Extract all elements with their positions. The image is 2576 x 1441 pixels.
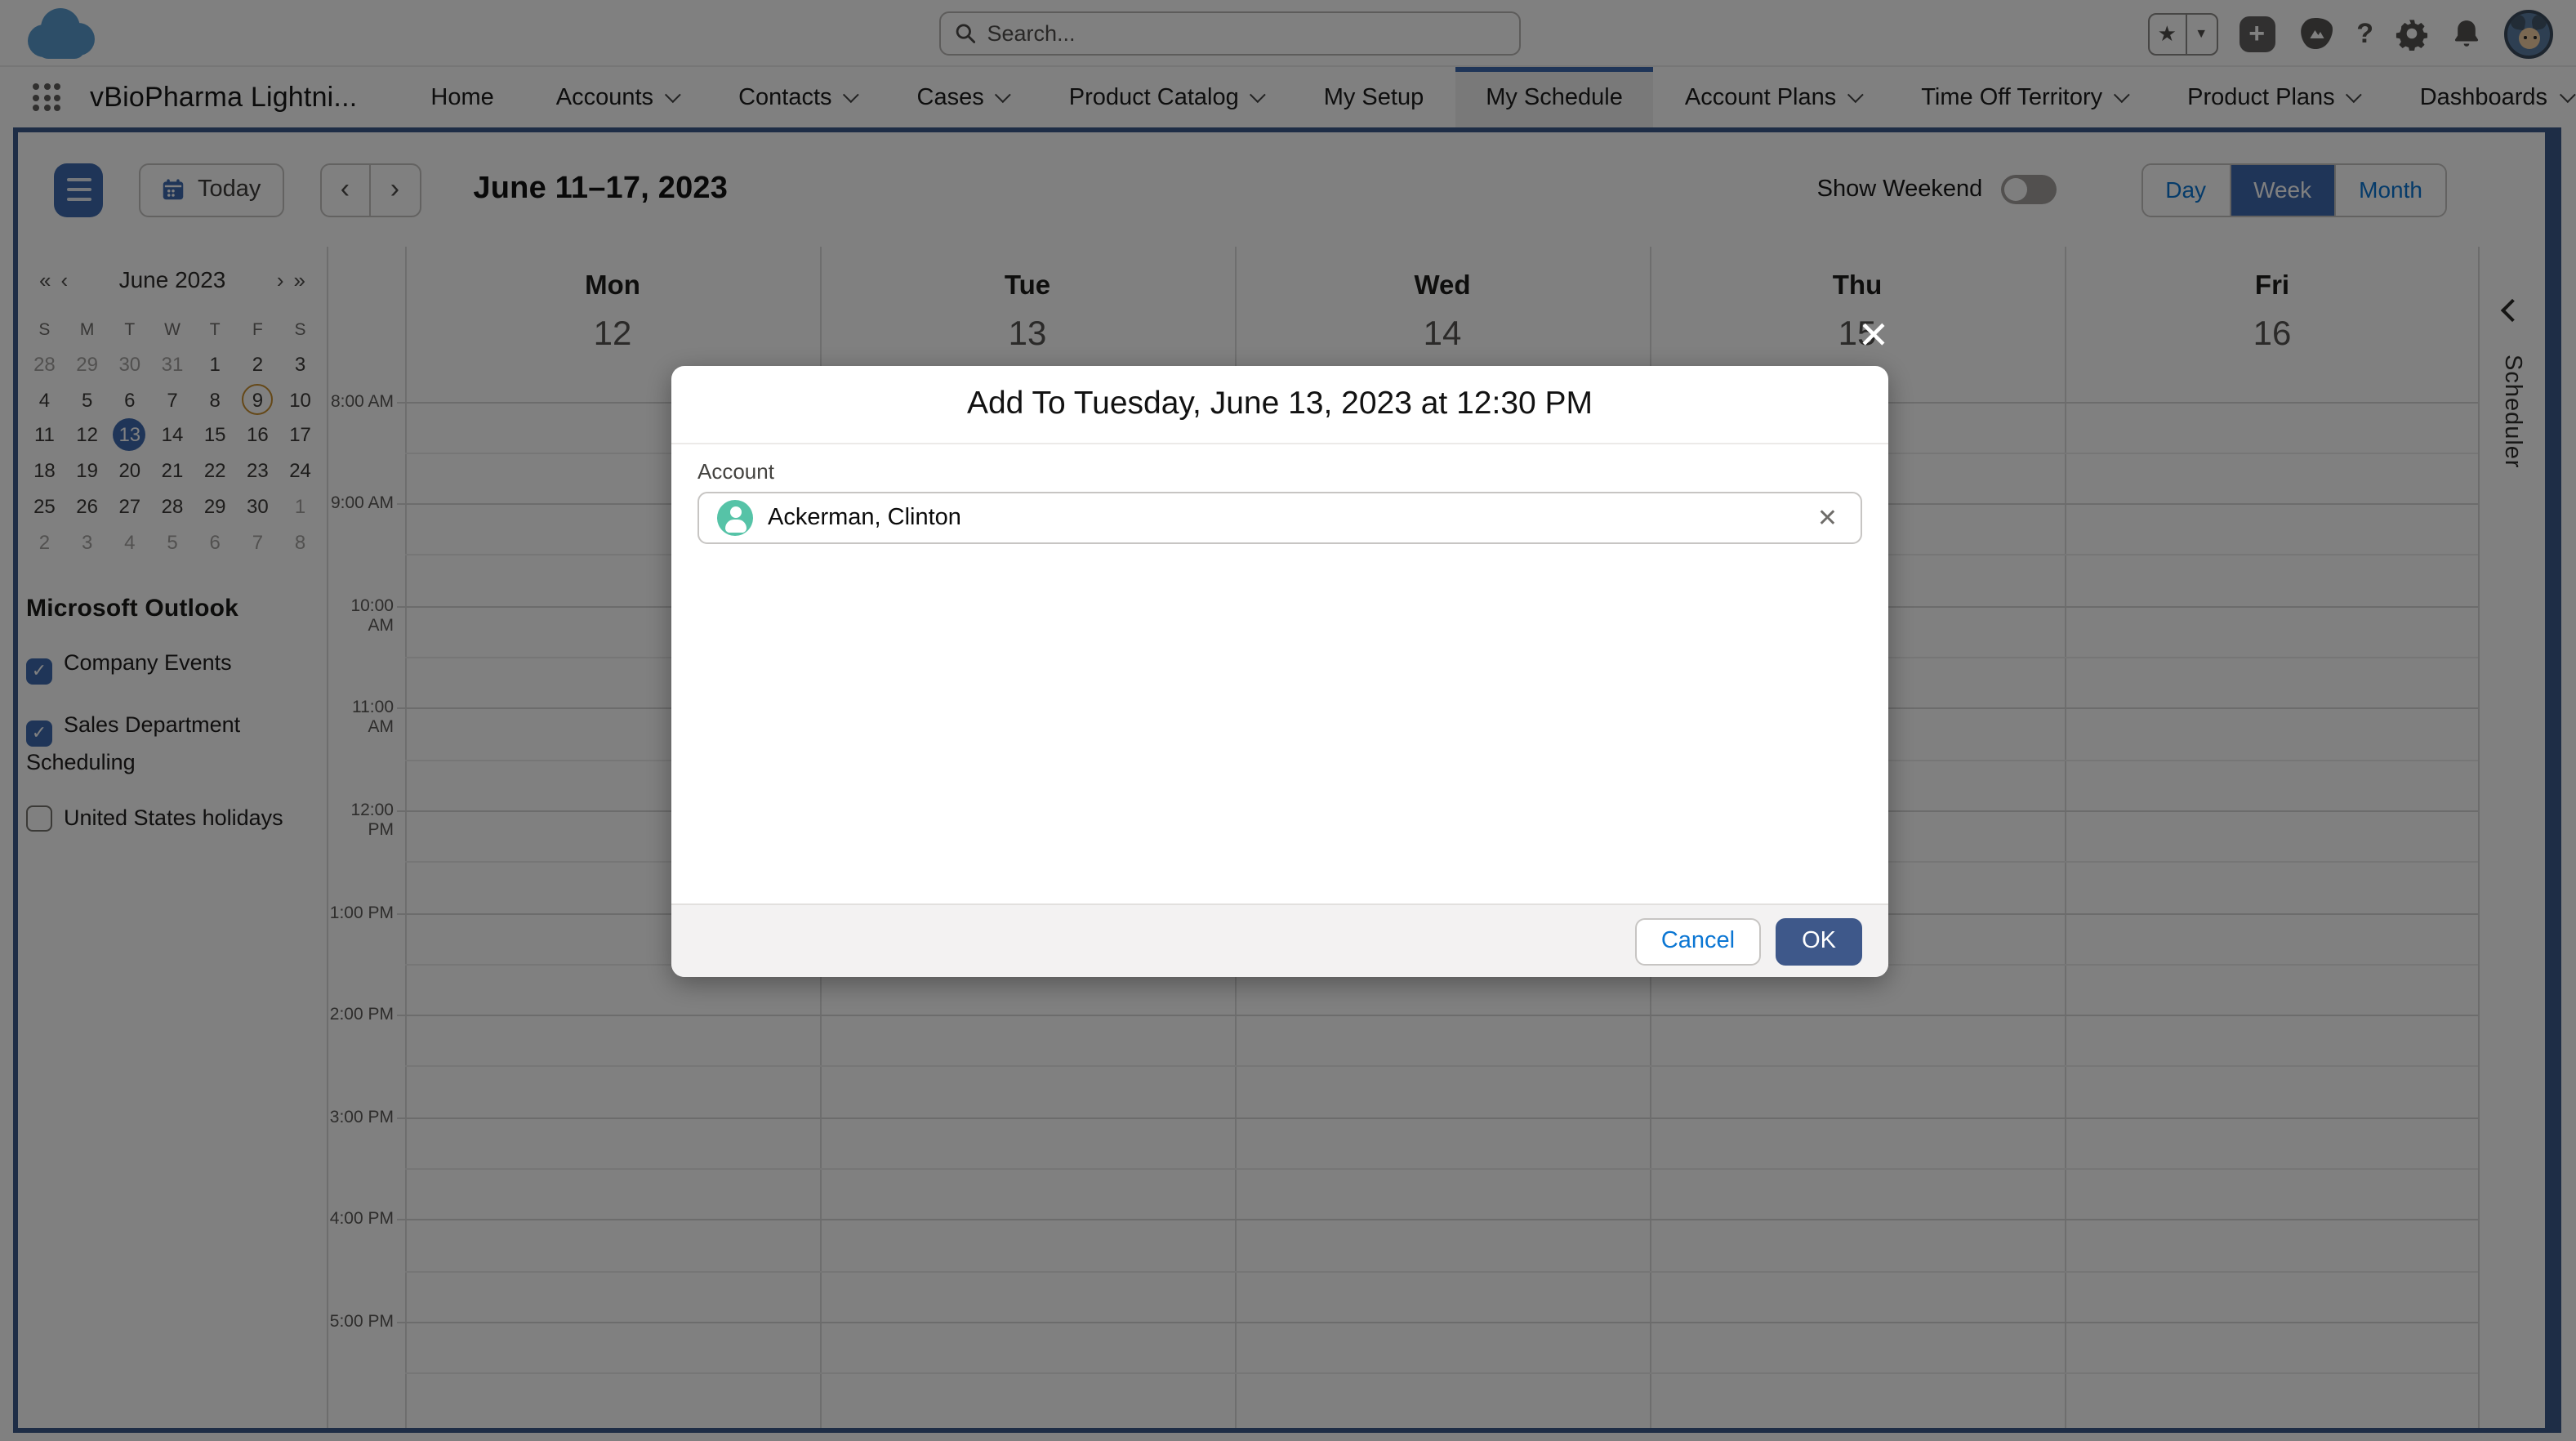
salesforce-screen: ★ ▼ + ? (0, 0, 2576, 1441)
app-stage: ★ ▼ + ? (0, 0, 2576, 1441)
modal-header: Add To Tuesday, June 13, 2023 at 12:30 P… (671, 366, 1888, 444)
add-event-modal: Add To Tuesday, June 13, 2023 at 12:30 P… (671, 366, 1888, 977)
modal-close-icon[interactable]: ✕ (1854, 315, 1893, 355)
account-lookup-field[interactable]: Ackerman, Clinton ✕ (697, 492, 1862, 544)
modal-title: Add To Tuesday, June 13, 2023 at 12:30 P… (967, 386, 1593, 423)
clear-account-icon[interactable]: ✕ (1812, 503, 1843, 533)
person-account-avatar-icon (717, 500, 753, 536)
add-event-modal-wrap: ✕ Add To Tuesday, June 13, 2023 at 12:30… (671, 366, 1888, 977)
modal-body: Account Ackerman, Clinton ✕ (671, 444, 1888, 903)
modal-footer: Cancel OK (671, 903, 1888, 977)
account-value: Ackerman, Clinton (768, 505, 1798, 531)
cancel-button[interactable]: Cancel (1635, 917, 1761, 965)
account-field-label: Account (697, 459, 1862, 484)
ok-button[interactable]: OK (1776, 917, 1862, 965)
